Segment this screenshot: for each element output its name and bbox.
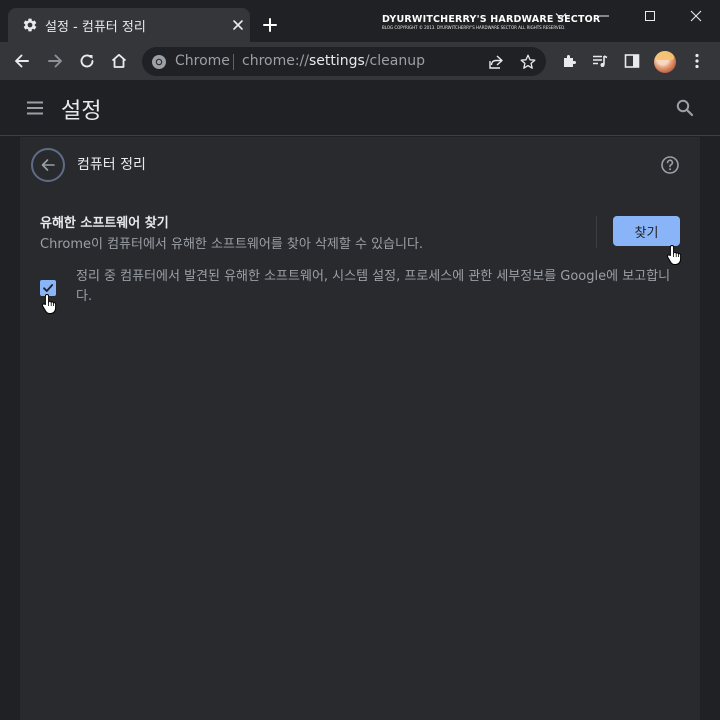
- watermark: DYURWITCHERRY'S HARDWARE SECTOR BLOG COP…: [382, 14, 601, 36]
- close-icon: [690, 10, 702, 22]
- media-queue-icon[interactable]: [591, 52, 609, 70]
- find-harmful-software-title: 유해한 소프트웨어 찾기: [40, 216, 169, 231]
- url-scheme: chrome://: [242, 53, 309, 69]
- page-title: 컴퓨터 정리: [77, 157, 146, 173]
- tab-search-button[interactable]: [538, 0, 584, 32]
- hand-cursor-icon: [42, 293, 57, 314]
- more-vertical-icon[interactable]: [688, 52, 706, 70]
- extensions-puzzle-icon[interactable]: [560, 52, 578, 70]
- active-tab[interactable]: 설정 - 컴퓨터 정리: [8, 8, 250, 42]
- row-separator: [596, 216, 597, 248]
- minimize-icon: [599, 15, 609, 17]
- report-checkbox-label[interactable]: 정리 중 컴퓨터에서 발견된 유해한 소프트웨어, 시스템 설정, 프로세스에 …: [76, 267, 676, 307]
- url-host: settings: [309, 53, 365, 69]
- url-path: /cleanup: [364, 53, 425, 69]
- home-icon[interactable]: [110, 52, 128, 70]
- share-icon[interactable]: [487, 53, 505, 71]
- help-icon[interactable]: [660, 155, 680, 175]
- watermark-subtitle: BLOG COPYRIGHT © 2013. DYURWITCHERRY'S H…: [382, 25, 566, 30]
- minimize-button[interactable]: [581, 0, 627, 32]
- url-text[interactable]: chrome://settings/cleanup: [242, 53, 425, 69]
- site-chip-label: Chrome: [175, 53, 230, 69]
- menu-icon[interactable]: [25, 98, 45, 118]
- omnibox-separator: [233, 54, 234, 70]
- tab-strip: 설정 - 컴퓨터 정리 DYURWITCHERRY'S HARDWARE SEC…: [0, 0, 720, 42]
- watermark-title: DYURWITCHERRY'S HARDWARE SECTOR: [382, 14, 601, 25]
- close-icon[interactable]: [230, 17, 246, 33]
- back-arrow-icon[interactable]: [13, 52, 31, 70]
- back-arrow-icon: [41, 159, 55, 171]
- toolbar: Chrome chrome://settings/cleanup: [0, 42, 720, 80]
- gear-icon: [23, 18, 37, 32]
- maximize-icon: [645, 11, 655, 21]
- settings-header: 설정: [0, 80, 720, 136]
- back-button[interactable]: [31, 148, 65, 182]
- window-close-button[interactable]: [673, 0, 719, 32]
- profile-avatar[interactable]: [654, 51, 676, 73]
- settings-title: 설정: [61, 99, 102, 124]
- chevron-down-icon: [555, 13, 567, 20]
- chrome-logo-icon: [152, 55, 166, 69]
- star-icon[interactable]: [519, 53, 537, 71]
- side-panel-icon[interactable]: [623, 52, 641, 70]
- reload-icon[interactable]: [78, 52, 96, 70]
- search-icon[interactable]: [675, 98, 695, 118]
- hand-cursor-icon: [667, 244, 682, 265]
- tab-title: 설정 - 컴퓨터 정리: [45, 20, 146, 35]
- find-button[interactable]: 찾기: [613, 216, 680, 246]
- find-harmful-software-description: Chrome이 컴퓨터에서 유해한 소프트웨어를 찾아 삭제할 수 있습니다.: [40, 237, 424, 252]
- new-tab-plus-icon[interactable]: [262, 17, 278, 33]
- cleanup-card: 컴퓨터 정리 유해한 소프트웨어 찾기 Chrome이 컴퓨터에서 유해한 소프…: [20, 137, 700, 720]
- maximize-button[interactable]: [627, 0, 673, 32]
- forward-arrow-icon[interactable]: [46, 52, 64, 70]
- address-bar[interactable]: Chrome chrome://settings/cleanup: [142, 47, 546, 76]
